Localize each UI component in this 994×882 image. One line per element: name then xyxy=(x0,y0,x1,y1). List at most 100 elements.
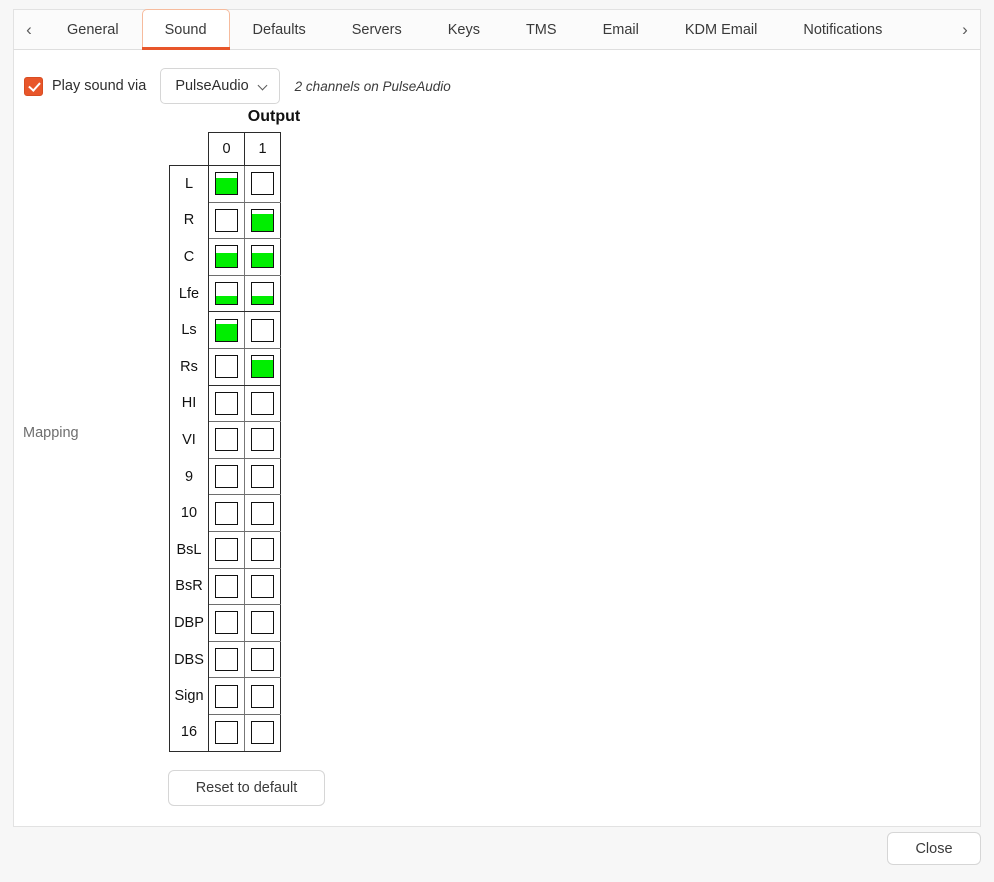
tab-kdm-email[interactable]: KDM Email xyxy=(662,10,781,49)
gain-box[interactable] xyxy=(215,574,238,598)
matrix-cell[interactable] xyxy=(244,201,281,240)
gain-box[interactable] xyxy=(251,245,274,269)
gain-box[interactable] xyxy=(215,282,238,306)
matrix-cell[interactable] xyxy=(244,530,281,569)
channel-row-label: 10 xyxy=(169,494,209,532)
tab-notifications[interactable]: Notifications xyxy=(780,10,905,49)
matrix-cell[interactable] xyxy=(244,384,281,423)
matrix-row: 16 xyxy=(169,713,281,752)
matrix-row: R xyxy=(169,201,281,240)
gain-box[interactable] xyxy=(215,208,238,232)
matrix-cell[interactable] xyxy=(208,604,245,642)
matrix-cell[interactable] xyxy=(244,311,281,349)
gain-box[interactable] xyxy=(251,428,274,452)
matrix-row: BsR xyxy=(169,567,281,606)
matrix-cell[interactable] xyxy=(244,494,281,532)
audio-device-select[interactable]: PulseAudio xyxy=(160,68,280,104)
gain-box[interactable] xyxy=(215,391,238,415)
matrix-cell[interactable] xyxy=(244,165,281,203)
matrix-cell[interactable] xyxy=(244,421,281,459)
gain-box[interactable] xyxy=(251,684,274,708)
matrix-cell[interactable] xyxy=(208,311,245,349)
gain-box[interactable] xyxy=(251,282,274,306)
play-sound-checkbox[interactable] xyxy=(24,76,43,96)
matrix-cell[interactable] xyxy=(244,238,281,276)
matrix-cell[interactable] xyxy=(244,274,281,313)
gain-fill xyxy=(252,360,273,378)
reset-to-default-button[interactable]: Reset to default xyxy=(168,770,325,806)
gain-box[interactable] xyxy=(251,465,274,489)
gain-box[interactable] xyxy=(215,355,238,379)
matrix-cell[interactable] xyxy=(244,347,281,386)
play-sound-row: Play sound via PulseAudio 2 channels on … xyxy=(24,68,451,104)
matrix-cell[interactable] xyxy=(244,640,281,679)
matrix-cell[interactable] xyxy=(208,201,245,240)
matrix-cell[interactable] xyxy=(244,713,281,752)
gain-box[interactable] xyxy=(251,611,274,635)
matrix-corner xyxy=(170,133,209,166)
gain-box[interactable] xyxy=(251,355,274,379)
gain-box[interactable] xyxy=(251,208,274,232)
matrix-cell[interactable] xyxy=(208,274,245,313)
close-button[interactable]: Close xyxy=(887,832,981,865)
tab-sound[interactable]: Sound xyxy=(141,9,230,50)
tabs-scroll-left-icon[interactable]: ‹ xyxy=(14,10,44,49)
matrix-cell[interactable] xyxy=(208,640,245,679)
matrix-cell[interactable] xyxy=(208,713,245,752)
tab-servers[interactable]: Servers xyxy=(329,10,425,49)
matrix-row: Sign xyxy=(169,677,281,715)
matrix-cell[interactable] xyxy=(208,238,245,276)
gain-box[interactable] xyxy=(215,245,238,269)
matrix-cell[interactable] xyxy=(244,457,281,496)
tab-defaults[interactable]: Defaults xyxy=(230,10,329,49)
matrix-cell[interactable] xyxy=(208,677,245,715)
matrix-cell[interactable] xyxy=(208,347,245,386)
gain-box[interactable] xyxy=(215,538,238,562)
gain-box[interactable] xyxy=(251,538,274,562)
preferences-dialog: ‹ General Sound Defaults Servers Keys TMS Emai… xyxy=(0,0,994,882)
gain-box[interactable] xyxy=(215,172,238,196)
gain-box[interactable] xyxy=(251,574,274,598)
gain-box[interactable] xyxy=(215,721,238,745)
gain-box[interactable] xyxy=(215,465,238,489)
matrix-cell[interactable] xyxy=(208,530,245,569)
matrix-cell[interactable] xyxy=(208,494,245,532)
gain-box[interactable] xyxy=(251,648,274,672)
channel-row-label: 16 xyxy=(169,714,209,752)
matrix-row: C xyxy=(169,238,281,276)
tab-email[interactable]: Email xyxy=(580,10,662,49)
gain-box[interactable] xyxy=(251,318,274,342)
mapping-table-body: L R C Lfe Ls Rs HI VI 9 10 BsL BsR DBP DBS Sign 16 xyxy=(169,165,281,752)
gain-box[interactable] xyxy=(215,428,238,452)
gain-box[interactable] xyxy=(215,611,238,635)
gain-box[interactable] xyxy=(215,318,238,342)
gain-box[interactable] xyxy=(251,501,274,525)
matrix-cell[interactable] xyxy=(208,457,245,496)
gain-box[interactable] xyxy=(251,721,274,745)
tab-keys[interactable]: Keys xyxy=(425,10,503,49)
matrix-row: VI xyxy=(169,421,281,459)
matrix-row: HI xyxy=(169,384,281,423)
gain-box[interactable] xyxy=(251,172,274,196)
matrix-cell[interactable] xyxy=(208,384,245,423)
matrix-row: BsL xyxy=(169,530,281,569)
gain-box[interactable] xyxy=(251,391,274,415)
output-title: Output xyxy=(247,108,301,125)
tab-tms[interactable]: TMS xyxy=(503,10,580,49)
channel-row-label: BsR xyxy=(169,568,209,605)
matrix-cell[interactable] xyxy=(244,604,281,642)
matrix-cell[interactable] xyxy=(244,677,281,715)
matrix-cell[interactable] xyxy=(208,421,245,459)
matrix-cell[interactable] xyxy=(208,165,245,203)
tabs-scroll-right-icon[interactable]: › xyxy=(950,10,980,49)
chevron-down-icon xyxy=(258,81,269,92)
matrix-cell[interactable] xyxy=(244,567,281,606)
matrix-cell[interactable] xyxy=(208,567,245,606)
mapping-section-label: Mapping xyxy=(23,425,79,441)
channel-row-label: 9 xyxy=(169,458,209,495)
gain-box[interactable] xyxy=(215,648,238,672)
gain-box[interactable] xyxy=(215,684,238,708)
gain-box[interactable] xyxy=(215,501,238,525)
play-sound-label: Play sound via xyxy=(52,78,147,94)
tab-general[interactable]: General xyxy=(44,10,142,49)
